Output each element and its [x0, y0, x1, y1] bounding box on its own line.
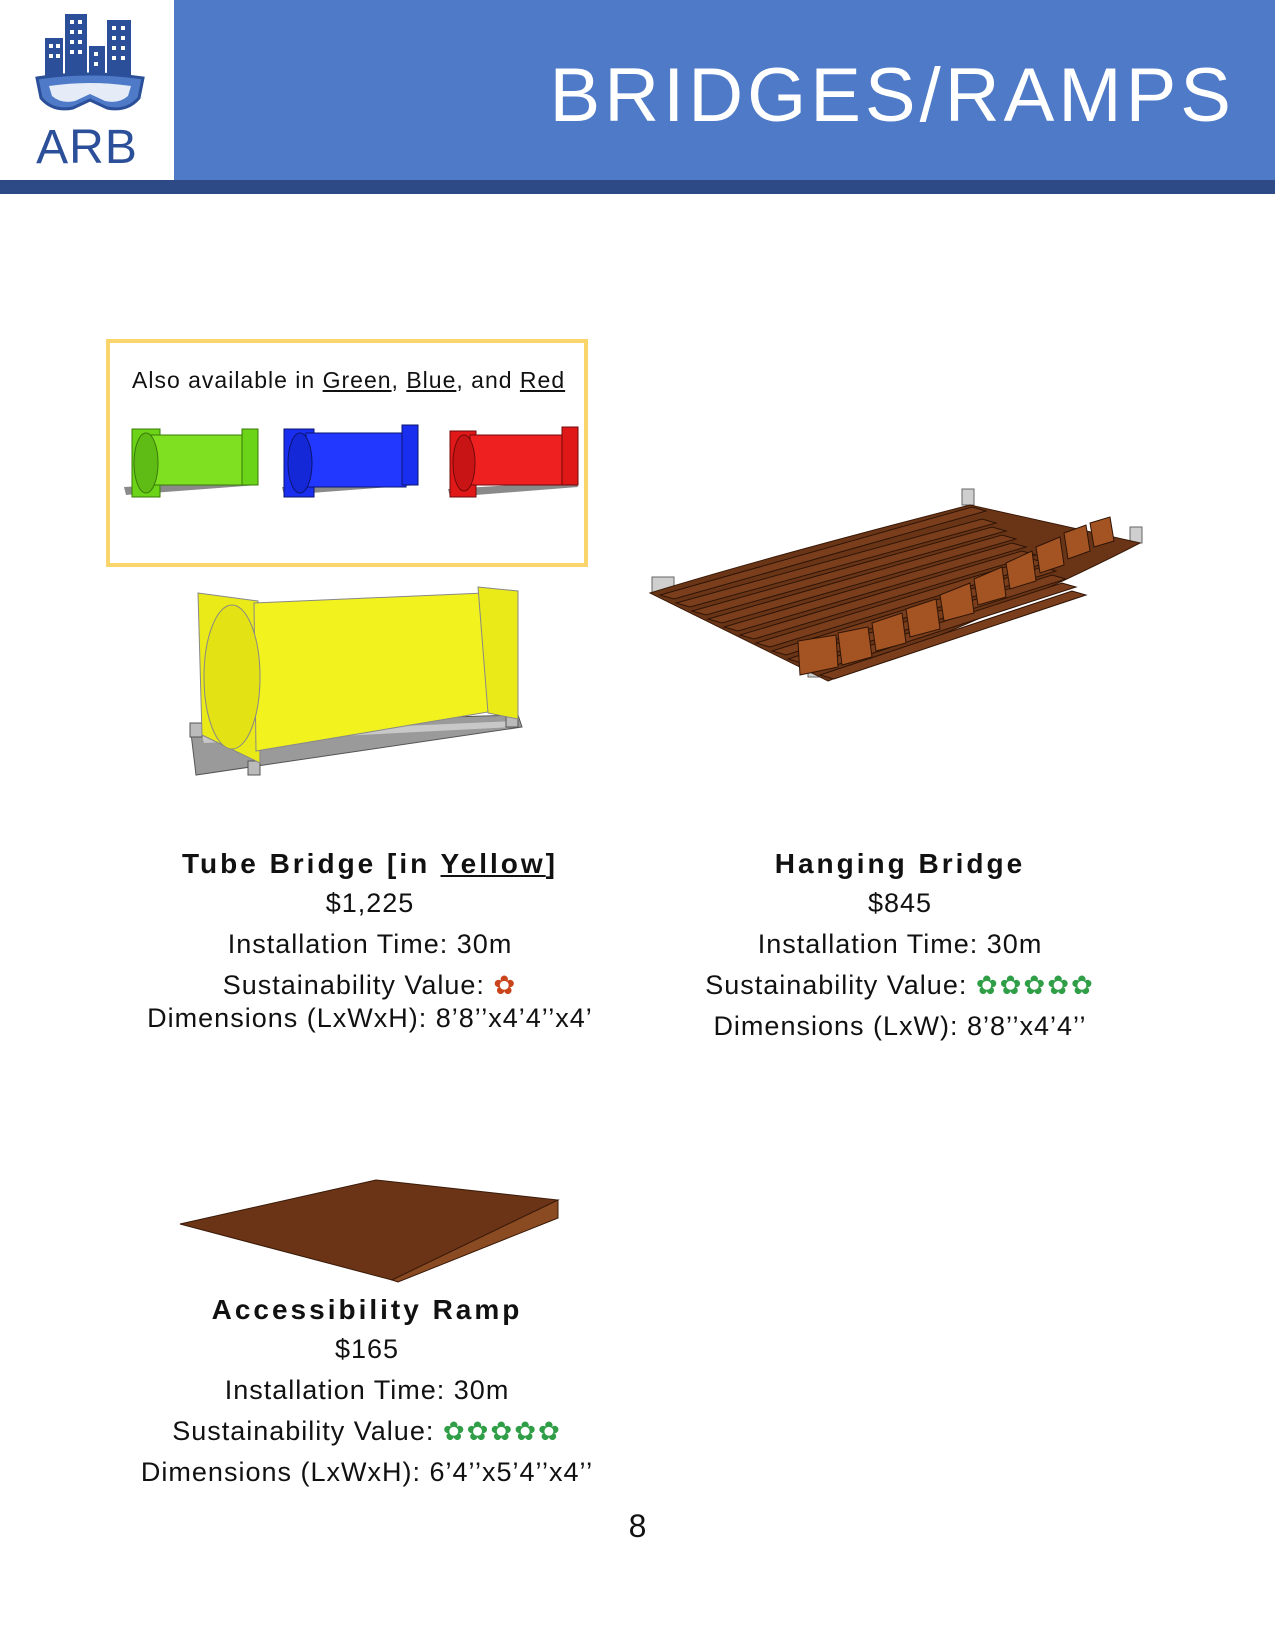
header-divider: [0, 180, 1275, 194]
tube-bridge-title-suffix: ]: [545, 848, 558, 879]
hanging-bridge-details: Hanging Bridge $845 Installation Time: 3…: [650, 848, 1150, 1052]
accessibility-ramp-sustainability: Sustainability Value: ✿✿✿✿✿: [117, 1416, 617, 1447]
tube-bridge-title-prefix: Tube Bridge [in: [181, 848, 441, 879]
tube-bridge-dimensions: Dimensions (LxWxH): 8’8’’x4’4’’x4’: [147, 1003, 593, 1033]
tube-bridge-title: Tube Bridge [in Yellow]: [120, 848, 620, 880]
tube-bridge-title-color: Yellow: [440, 848, 546, 879]
hanging-bridge-image: [648, 488, 1143, 682]
hanging-bridge-sustainability: Sustainability Value: ✿✿✿✿✿: [650, 970, 1150, 1001]
logo: ARB: [0, 0, 174, 180]
color-option-green: Green: [322, 367, 392, 393]
hanging-bridge-install-time: Installation Time: 30m: [757, 929, 1043, 959]
accessibility-ramp-details: Accessibility Ramp $165 Installation Tim…: [117, 1294, 617, 1498]
accessibility-ramp-image: [179, 1179, 560, 1283]
sustainability-label: Sustainability Value:: [222, 970, 494, 1000]
sustainability-label: Sustainability Value:: [705, 970, 976, 1000]
tube-bridge-install-time: Installation Time: 30m: [227, 929, 513, 959]
tube-bridge-details: Tube Bridge [in Yellow] $1,225 Installat…: [120, 848, 620, 1044]
accessibility-ramp-title: Accessibility Ramp: [211, 1294, 523, 1325]
flower-rating-icon: ✿: [493, 970, 518, 1000]
hanging-bridge-title: Hanging Bridge: [774, 848, 1026, 879]
hanging-bridge-dimensions: Dimensions (LxW): 8’8’’x4’4’’: [713, 1011, 1087, 1041]
accessibility-ramp-install-time: Installation Time: 30m: [224, 1375, 510, 1405]
tube-bridge-sustainability: Sustainability Value: ✿: [120, 970, 620, 1001]
color-options-text: Also available in Green, Blue, and Red: [132, 367, 565, 394]
sustainability-label: Sustainability Value:: [172, 1416, 443, 1446]
color-options-box: Also available in Green, Blue, and Red: [106, 339, 588, 567]
logo-text: ARB: [36, 121, 138, 174]
color-options-sep1: ,: [391, 367, 407, 393]
tube-bridge-yellow-image: [189, 586, 523, 776]
tube-bridge-red-image: [448, 426, 579, 498]
tube-bridge-price: $1,225: [325, 888, 415, 918]
hanging-bridge-price: $845: [867, 888, 933, 918]
page-title: BRIDGES/RAMPS: [549, 53, 1235, 138]
flower-rating-icon: ✿✿✿✿✿: [975, 970, 1095, 1000]
color-option-red: Red: [519, 367, 566, 393]
color-option-blue: Blue: [406, 367, 457, 393]
tube-bridge-blue-image: [282, 424, 419, 498]
color-options-sep2: , and: [456, 367, 520, 393]
accessibility-ramp-price: $165: [334, 1334, 400, 1364]
flower-rating-icon: ✿✿✿✿✿: [442, 1416, 562, 1446]
accessibility-ramp-dimensions: Dimensions (LxWxH): 6’4’’x5’4’’x4’’: [140, 1457, 594, 1487]
city-goggles-icon: [35, 14, 145, 111]
tube-bridge-green-image: [124, 428, 259, 498]
page-number: 8: [628, 1508, 647, 1544]
color-options-prefix: Also available in: [132, 367, 323, 393]
